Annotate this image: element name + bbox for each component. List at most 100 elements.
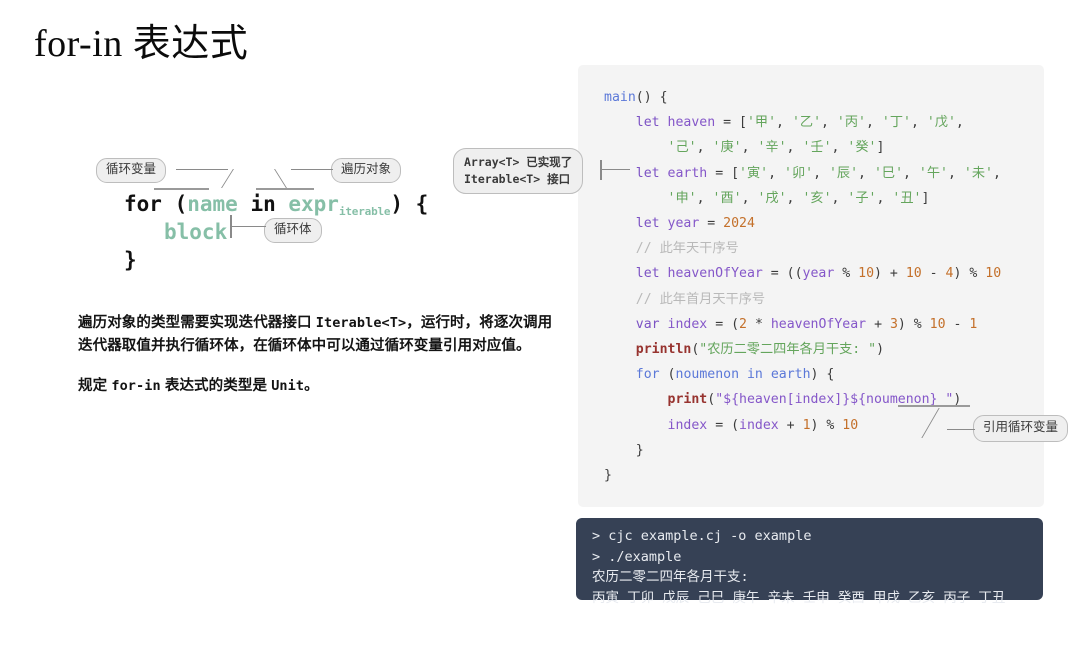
code-close-bracket-2: ] <box>921 190 930 206</box>
connector-array-note-vertical <box>600 160 602 180</box>
syntax-token-open-brace: ) { <box>390 192 429 216</box>
terminal-text: > cjc example.cj -o example > ./example … <box>592 526 1005 608</box>
connector-iterable-object-horizontal <box>291 169 333 170</box>
explanation-p2-code-forin: for-in <box>111 377 161 394</box>
code-string-earth-1: '寅' <box>739 165 769 181</box>
code-string-heaven-4: '丁' <box>881 115 911 131</box>
code-close-for: } <box>635 442 644 458</box>
code-comma-15: , <box>992 165 1001 181</box>
terminal-line-1: > cjc example.cj -o example <box>592 528 812 544</box>
array-note-line-2: Iterable<T> 接口 <box>464 171 571 186</box>
code-op-minus-2: - <box>945 316 970 332</box>
syntax-diagram: 循环变量 遍历对象 循环体 for (name in expriterable)… <box>96 158 476 288</box>
code-comma-5: , <box>955 115 964 131</box>
code-token-let-heavenofyear: let <box>635 266 660 282</box>
code-token-main: main <box>604 90 636 105</box>
code-comma-12: , <box>858 165 874 181</box>
code-token-var-index: var <box>635 316 660 332</box>
code-token-for: for <box>635 367 660 383</box>
code-paren-4: ) % <box>810 417 843 433</box>
connector-array-note-horizontal <box>600 169 630 170</box>
syntax-line-close-brace: } <box>124 248 137 272</box>
annotation-pill-iterable-object: 遍历对象 <box>331 158 402 183</box>
annotation-pill-loop-variable: 循环变量 <box>96 158 167 183</box>
code-comma-18: , <box>786 190 803 206</box>
code-string-println-arg: "农历二零二四年各月干支: " <box>699 342 877 358</box>
connector-loop-variable-horizontal <box>176 169 228 170</box>
code-string-heaven-7: '庚' <box>712 140 742 156</box>
code-token-assign-1: = [ <box>723 115 747 131</box>
code-comma-1: , <box>776 115 792 131</box>
code-number-10e: 10 <box>842 417 859 433</box>
code-paren-3: ) % <box>897 316 930 332</box>
explanation-p1-part-a: 遍历对象的类型需要实现迭代器接口 <box>78 315 316 331</box>
code-ref-earth: earth <box>770 367 811 383</box>
code-string-heaven-6: '己' <box>667 140 697 156</box>
terminal-line-3: 农历二零二四年各月干支: <box>592 569 749 585</box>
code-string-earth-2: '卯' <box>784 165 814 181</box>
code-assign-index: index <box>667 417 708 433</box>
code-string-earth-8: '酉' <box>712 190 742 206</box>
code-block-panel: main() { let heaven = ['甲', '乙', '丙', '丁… <box>578 65 1044 507</box>
code-comma-13: , <box>903 165 919 181</box>
code-comma-4: , <box>910 115 927 131</box>
code-ref-heavenofyear: heavenOfYear <box>770 316 867 332</box>
code-comment-1: // 此年天干序号 <box>635 241 739 257</box>
code-token-index-ident: index <box>667 316 708 332</box>
code-string-heaven-5: '戊' <box>926 115 956 131</box>
code-token-let-heaven: let <box>635 115 660 131</box>
array-note-line-1: Array<T> 已实现了 <box>464 155 573 169</box>
code-op-mul: * <box>754 316 771 332</box>
underline-noumenon-token <box>898 405 970 407</box>
code-string-earth-12: '丑' <box>892 190 922 206</box>
code-string-heaven-10: '癸' <box>847 140 877 156</box>
explanation-p2-code-unit: Unit <box>271 377 305 394</box>
code-number-1a: 1 <box>969 316 978 332</box>
underline-name-token <box>154 188 209 190</box>
explanation-p2-part-a: 规定 <box>78 377 112 394</box>
underline-expr-token <box>256 188 314 190</box>
code-string-earth-11: '子' <box>847 190 877 206</box>
code-string-earth-9: '戌' <box>757 190 787 206</box>
connector-loop-variable-diagonal <box>221 169 235 188</box>
code-token-let-year: let <box>635 216 660 232</box>
code-comma-10: , <box>768 165 784 181</box>
terminal-line-4: 丙寅 丁卯 戊辰 己巳 庚午 辛未 壬申 癸酉 甲戌 乙亥 丙子 丁丑 <box>592 589 1006 606</box>
code-string-earth-6: '未' <box>963 165 993 181</box>
code-string-earth-10: '亥' <box>802 190 832 206</box>
code-comma-11: , <box>813 165 829 181</box>
code-op-mod-1: % <box>842 266 859 282</box>
annotation-pill-array-implements-iterable: Array<T> 已实现了 Iterable<T> 接口 <box>453 148 584 195</box>
code-for-open: ( <box>667 367 676 383</box>
code-string-earth-7: '申' <box>667 190 697 206</box>
code-number-10d: 10 <box>929 316 946 332</box>
explanation-p2-part-b: 表达式的类型是 <box>160 377 272 394</box>
terminal-output-panel: > cjc example.cj -o example > ./example … <box>576 518 1043 606</box>
code-string-heaven-3: '丙' <box>836 115 866 131</box>
code-token-heavenofyear-ident: heavenOfYear <box>667 266 763 282</box>
code-comma-3: , <box>865 115 882 131</box>
code-paren-2: ) % <box>953 266 986 282</box>
code-call-print: print <box>667 392 708 408</box>
code-comma-20: , <box>876 190 893 206</box>
code-for-close: ) { <box>810 367 835 383</box>
code-comma-14: , <box>947 165 964 181</box>
code-string-heaven-2: '乙' <box>791 115 822 131</box>
code-token-in: in <box>746 367 763 383</box>
code-token-assign-2: = [ <box>715 165 740 181</box>
explanation-block: 遍历对象的类型需要实现迭代器接口 Iterable<T>，运行时，将逐次调用迭代… <box>78 312 564 415</box>
code-comma-7: , <box>741 140 758 156</box>
code-op-plus: + <box>874 316 890 332</box>
annotation-pill-reference-loop-variable: 引用循环变量 <box>973 415 1069 442</box>
code-block-text: main() { let heaven = ['甲', '乙', '丙', '丁… <box>604 85 1001 488</box>
code-token-earth-ident: earth <box>667 165 708 181</box>
terminal-line-2: > ./example <box>592 548 682 565</box>
code-string-heaven-8: '辛' <box>757 140 787 156</box>
code-token-noumenon: noumenon <box>675 367 740 383</box>
code-comma-9: , <box>831 140 848 156</box>
code-op-plus-2: + <box>786 417 803 433</box>
code-string-heaven-9: '壬' <box>802 140 832 156</box>
connector-ref-loopvar-horizontal <box>947 429 975 430</box>
explanation-p1-code-iterable: Iterable<T> <box>315 315 407 331</box>
code-comma-19: , <box>831 190 848 206</box>
